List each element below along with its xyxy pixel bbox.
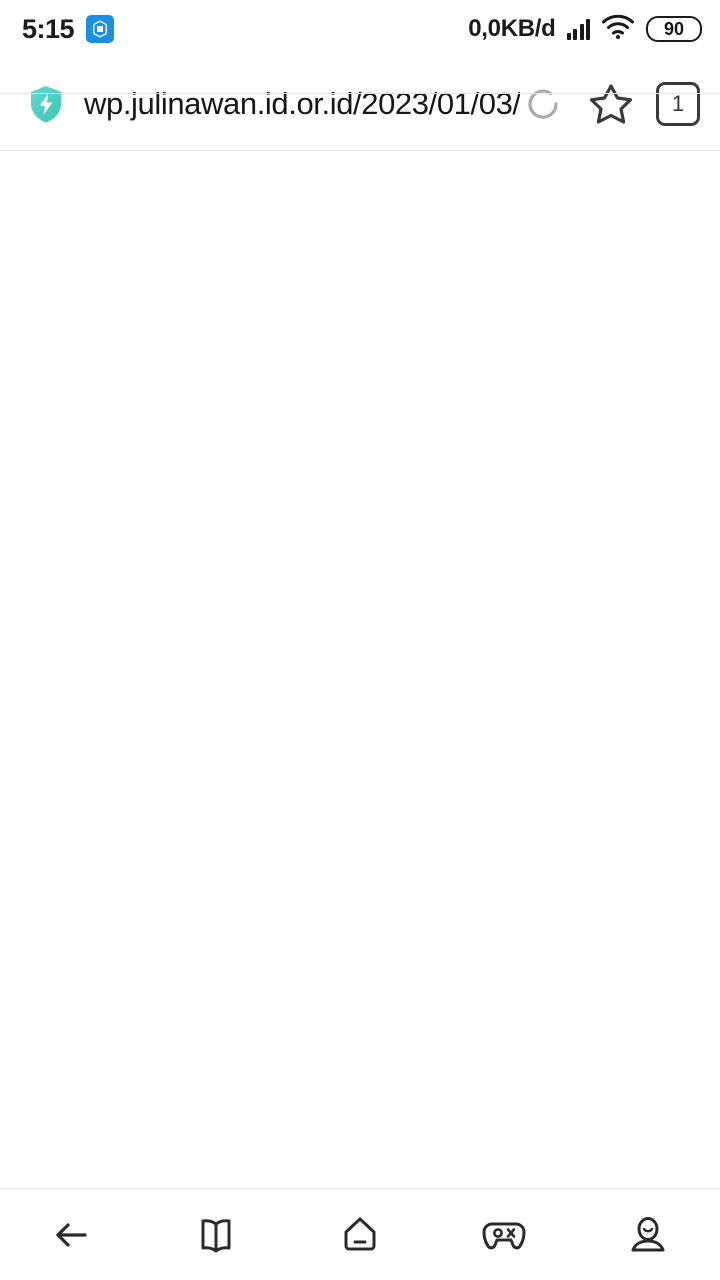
tab-count-button[interactable]: 1 <box>656 82 700 126</box>
battery-indicator: 90 <box>646 16 702 42</box>
book-icon[interactable] <box>144 1189 288 1280</box>
wifi-icon <box>601 14 635 45</box>
network-speed-text: 0,0KB/d <box>468 15 556 42</box>
game-controller-icon[interactable] <box>432 1189 576 1280</box>
signal-bars-icon <box>566 18 590 40</box>
home-icon[interactable] <box>288 1189 432 1280</box>
shield-lightning-icon[interactable] <box>24 82 68 126</box>
url-bar-actions: 1 <box>520 81 700 127</box>
url-text[interactable]: wp.julinawan.id.or.id/2023/01/03/ <box>84 86 520 122</box>
browser-url-bar[interactable]: wp.julinawan.id.or.id/2023/01/03/ 1 <box>0 58 720 151</box>
status-bar: 5:15 0,0KB/d 90 <box>0 0 720 58</box>
status-bar-left: 5:15 <box>22 13 115 45</box>
status-time: 5:15 <box>22 13 75 44</box>
status-bar-right: 0,0KB/d 90 <box>468 14 702 45</box>
star-icon[interactable] <box>588 81 634 127</box>
profile-icon[interactable] <box>576 1189 720 1280</box>
mi-app-icon <box>86 15 115 43</box>
back-arrow-icon[interactable] <box>0 1189 144 1280</box>
browser-bottom-toolbar <box>0 1188 720 1280</box>
reload-icon[interactable] <box>520 81 566 127</box>
content-bottom-separator <box>0 93 720 94</box>
